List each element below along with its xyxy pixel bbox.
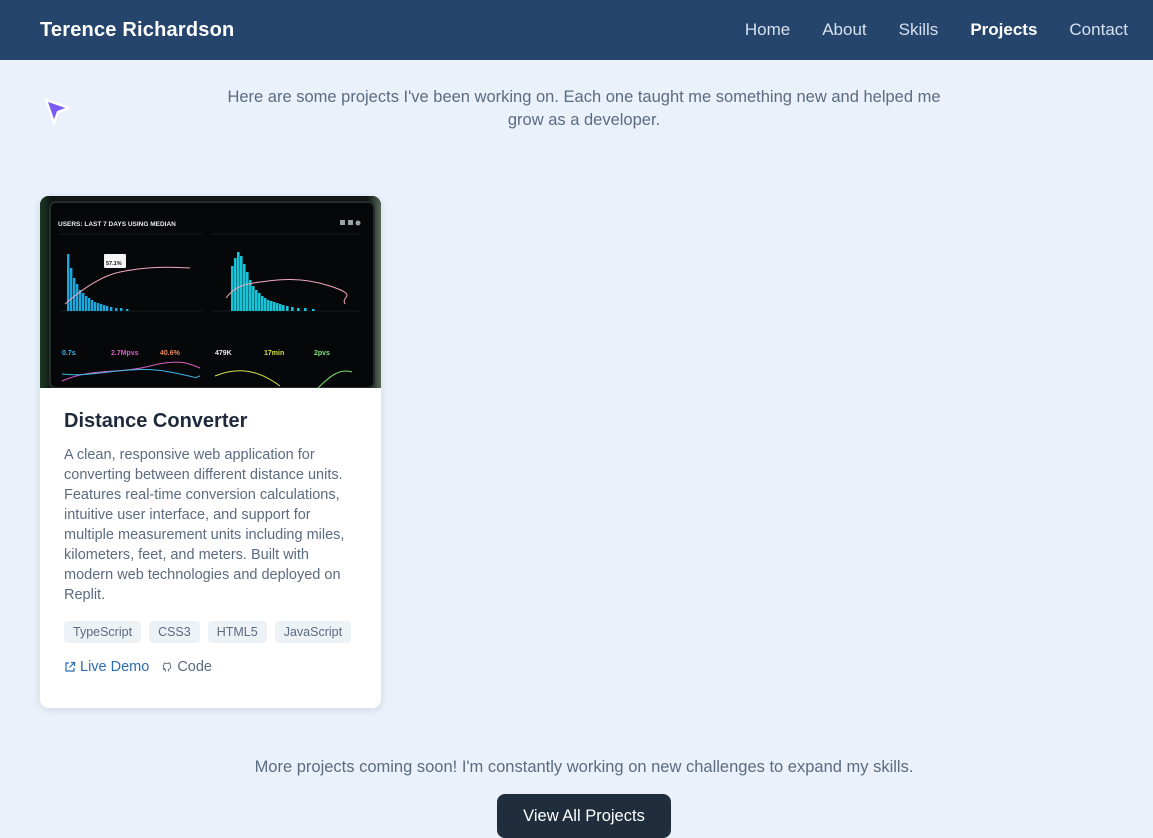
external-link-icon <box>65 661 76 672</box>
stat-page-load: 0.7s <box>62 350 76 357</box>
live-demo-link[interactable]: Live Demo <box>64 659 149 675</box>
project-title: Distance Converter <box>64 410 248 432</box>
dashboard-photo: USERS: LAST 7 DAYS USING MEDIAN 57.1% 0.… <box>40 196 381 388</box>
live-demo-label: Live Demo <box>80 659 150 675</box>
project-links: Live Demo Code <box>64 659 357 675</box>
stat-session-length: 17min <box>264 350 284 357</box>
github-icon <box>162 662 172 672</box>
tech-tags: TypeScript CSS3 HTML5 JavaScript <box>64 621 357 643</box>
nav-link-about[interactable]: About <box>822 20 866 40</box>
tech-tag: JavaScript <box>274 621 352 643</box>
nav-link-skills[interactable]: Skills <box>899 20 939 40</box>
nav-links: Home About Skills Projects Contact <box>745 20 1128 40</box>
project-card: USERS: LAST 7 DAYS USING MEDIAN 57.1% 0.… <box>40 196 381 708</box>
nav-link-contact[interactable]: Contact <box>1069 20 1128 40</box>
project-card-body: Distance Converter A clean, responsive w… <box>40 388 381 675</box>
view-all-projects-button[interactable]: View All Projects <box>497 794 671 838</box>
dashboard-header: USERS: LAST 7 DAYS USING MEDIAN <box>58 221 176 228</box>
chart-tooltip-value: 57.1% <box>106 261 122 267</box>
projects-intro: Here are some projects I've been working… <box>227 88 941 129</box>
stat-pvs-per-session: 2pvs <box>314 350 330 357</box>
nav-link-home[interactable]: Home <box>745 20 790 40</box>
cursor-arrow-icon <box>44 98 71 125</box>
code-link[interactable]: Code <box>161 659 212 675</box>
project-image: USERS: LAST 7 DAYS USING MEDIAN 57.1% 0.… <box>40 196 381 388</box>
stat-sessions: 479K <box>215 350 232 357</box>
tech-tag: HTML5 <box>207 621 267 643</box>
navbar: Terence Richardson Home About Skills Pro… <box>0 0 1153 60</box>
site-brand[interactable]: Terence Richardson <box>40 19 234 42</box>
tech-tag: TypeScript <box>64 621 142 643</box>
code-label: Code <box>177 659 212 675</box>
stat-bounce-rate: 40.6% <box>160 350 181 357</box>
stat-page-views: 2.7Mpvs <box>111 350 139 357</box>
more-projects-note: More projects coming soon! I'm constantl… <box>254 758 914 776</box>
nav-link-projects[interactable]: Projects <box>970 20 1037 40</box>
tech-tag: CSS3 <box>149 621 200 643</box>
project-description: A clean, responsive web application for … <box>64 447 345 603</box>
